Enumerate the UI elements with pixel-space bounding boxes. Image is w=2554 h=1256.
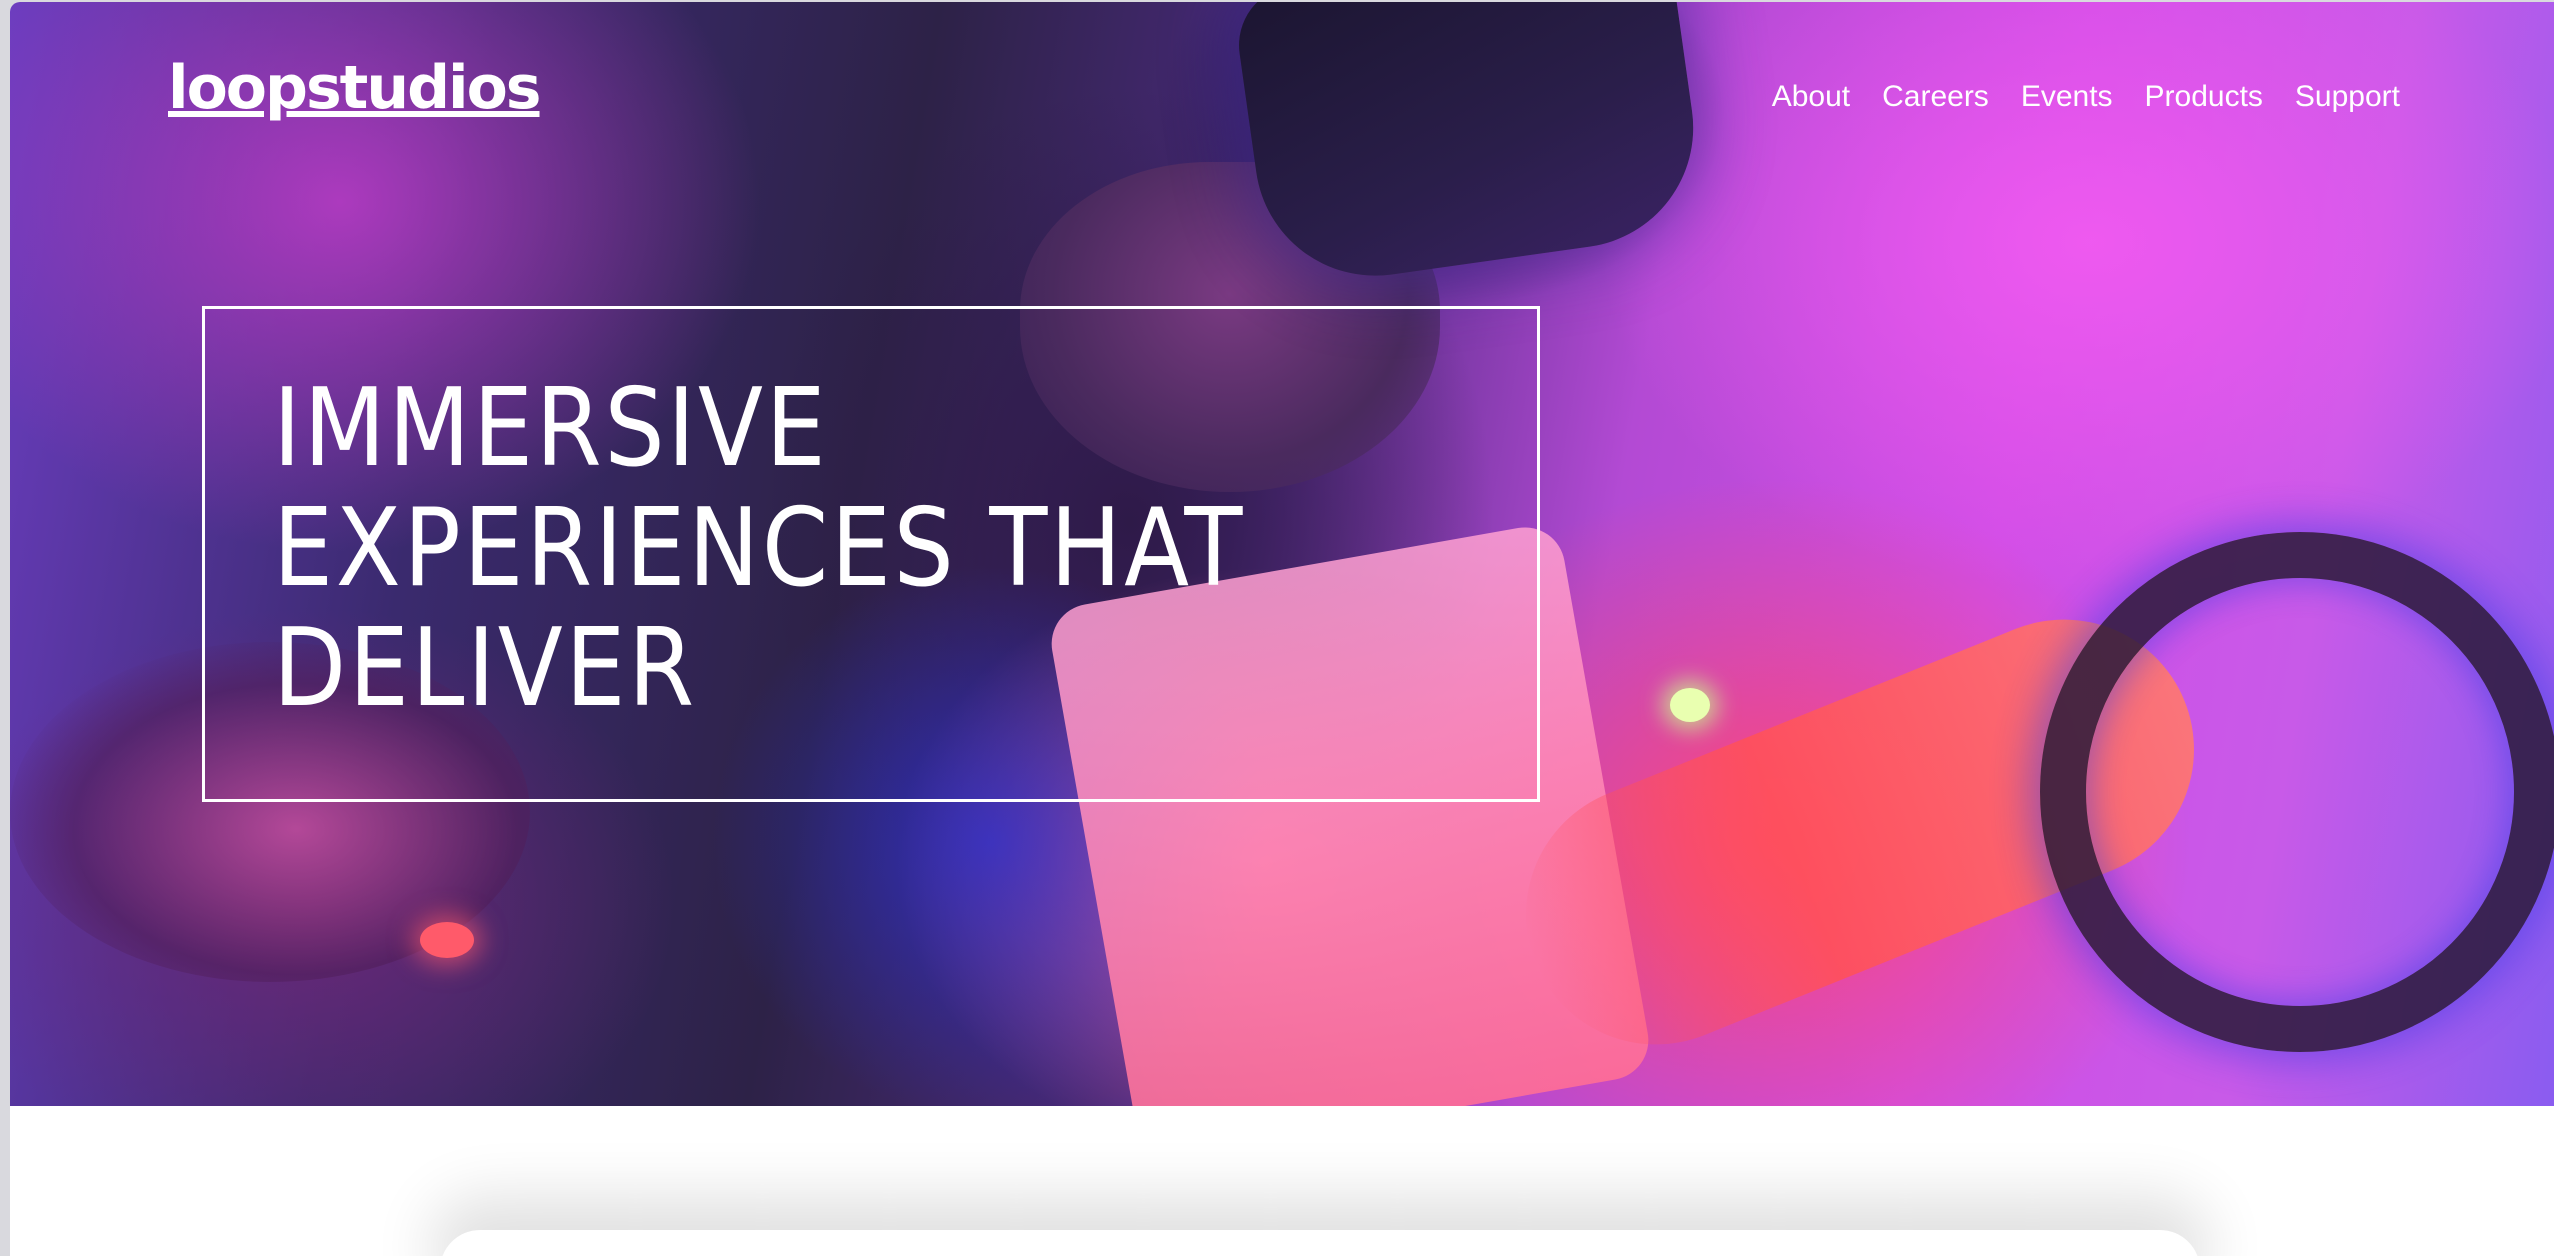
hero-headline: Immersive experiences that deliver [273, 366, 1246, 731]
nav-item-careers: Careers [1882, 82, 1989, 112]
nav-item-events: Events [2021, 82, 2113, 112]
nav-list: About Careers Events Products Support [1772, 82, 2400, 112]
hero-headline-box: Immersive experiences that deliver [202, 306, 1540, 802]
hero-photo-green-light [1670, 688, 1710, 722]
hero-photo-vr-headset [1231, 2, 1709, 292]
browser-viewport: loopstudios About Careers Events Product… [10, 2, 2554, 1256]
hero-photo-steering-wheel [2040, 532, 2554, 1052]
nav-link-events[interactable]: Events [2021, 80, 2113, 113]
nav-link-support[interactable]: Support [2295, 80, 2400, 113]
next-section-card [440, 1230, 2200, 1256]
hero-section: loopstudios About Careers Events Product… [10, 2, 2554, 1106]
nav-item-about: About [1772, 82, 1850, 112]
nav-link-careers[interactable]: Careers [1882, 80, 1989, 113]
nav-link-about[interactable]: About [1772, 80, 1850, 113]
nav-item-products: Products [2145, 82, 2263, 112]
hero-photo-red-light [420, 922, 474, 958]
nav-link-products[interactable]: Products [2145, 80, 2263, 113]
nav-item-support: Support [2295, 82, 2400, 112]
hero-photo-arm [1486, 580, 2234, 1084]
site-logo[interactable]: loopstudios [168, 58, 542, 118]
